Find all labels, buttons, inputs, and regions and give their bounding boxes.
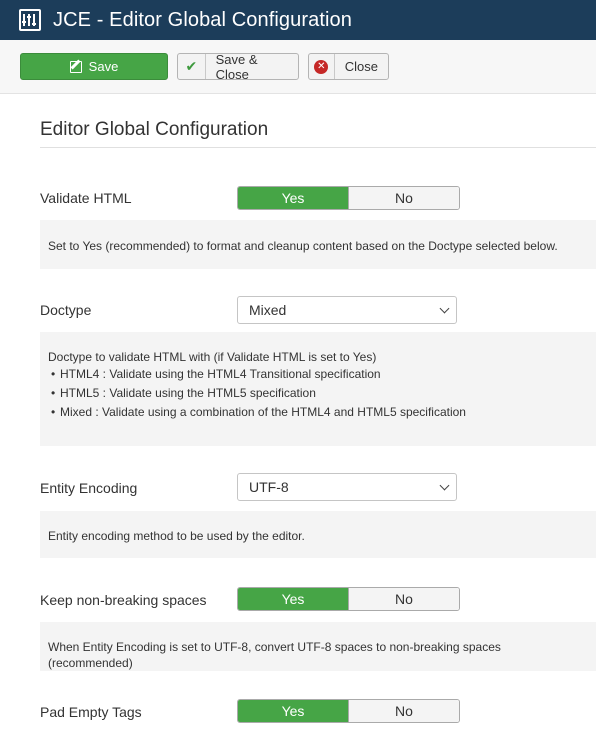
title-bar: JCE - Editor Global Configuration <box>0 0 596 40</box>
entity-encoding-description: Entity encoding method to be used by the… <box>40 511 596 558</box>
entity-encoding-selected-value: UTF-8 <box>249 479 289 495</box>
check-icon: ✔ <box>185 58 198 74</box>
sliders-icon <box>19 9 41 31</box>
doctype-selected-value: Mixed <box>249 302 287 318</box>
pad-empty-tags-no[interactable]: No <box>348 700 459 722</box>
window-title: JCE - Editor Global Configuration <box>53 8 352 31</box>
doctype-description-text: Doctype to validate HTML with (if Valida… <box>48 350 377 364</box>
keep-nbsp-description: When Entity Encoding is set to UTF-8, co… <box>40 622 596 671</box>
edit-icon <box>69 60 82 73</box>
save-close-button[interactable]: ✔ Save & Close <box>177 51 299 82</box>
list-item: Mixed : Validate using a combination of … <box>48 403 588 422</box>
keep-nbsp-no[interactable]: No <box>348 588 459 610</box>
doctype-select[interactable]: Mixed <box>237 296 457 324</box>
save-close-icon-box: ✔ <box>178 54 206 79</box>
list-item: HTML5 : Validate using the HTML5 specifi… <box>48 384 588 403</box>
page-title: Editor Global Configuration <box>40 119 269 140</box>
pad-empty-tags-label: Pad Empty Tags <box>40 704 142 720</box>
validate-html-yes[interactable]: Yes <box>238 187 348 209</box>
validate-html-label: Validate HTML <box>40 190 132 206</box>
keep-nbsp-label: Keep non-breaking spaces <box>40 592 207 608</box>
close-circle-icon: ✕ <box>314 59 329 74</box>
validate-html-no[interactable]: No <box>348 187 459 209</box>
pad-empty-tags-toggle: Yes No <box>237 699 460 723</box>
chevron-down-icon <box>439 480 450 491</box>
list-item: HTML4 : Validate using the HTML4 Transit… <box>48 365 588 384</box>
heading-divider <box>40 147 596 148</box>
validate-html-description: Set to Yes (recommended) to format and c… <box>40 220 596 269</box>
keep-nbsp-toggle: Yes No <box>237 587 460 611</box>
toolbar: Save ✔ Save & Close ✕ Close <box>0 40 596 94</box>
chevron-down-icon <box>439 303 450 314</box>
close-label: Close <box>344 59 378 74</box>
save-button[interactable]: Save <box>20 53 168 80</box>
keep-nbsp-description-text: When Entity Encoding is set to UTF-8, co… <box>48 640 501 670</box>
entity-encoding-description-text: Entity encoding method to be used by the… <box>48 529 305 543</box>
validate-html-description-text: Set to Yes (recommended) to format and c… <box>48 239 558 253</box>
close-icon-box: ✕ <box>309 54 335 79</box>
save-button-label: Save <box>88 59 119 74</box>
doctype-label: Doctype <box>40 302 92 318</box>
entity-encoding-select[interactable]: UTF-8 <box>237 473 457 501</box>
pad-empty-tags-yes[interactable]: Yes <box>238 700 348 722</box>
save-close-label: Save & Close <box>215 51 258 82</box>
entity-encoding-label: Entity Encoding <box>40 480 138 496</box>
validate-html-toggle: Yes No <box>237 186 460 210</box>
keep-nbsp-yes[interactable]: Yes <box>238 588 348 610</box>
close-button[interactable]: ✕ Close <box>308 53 389 80</box>
doctype-description: Doctype to validate HTML with (if Valida… <box>40 332 596 446</box>
doctype-option-list: HTML4 : Validate using the HTML4 Transit… <box>48 365 588 422</box>
